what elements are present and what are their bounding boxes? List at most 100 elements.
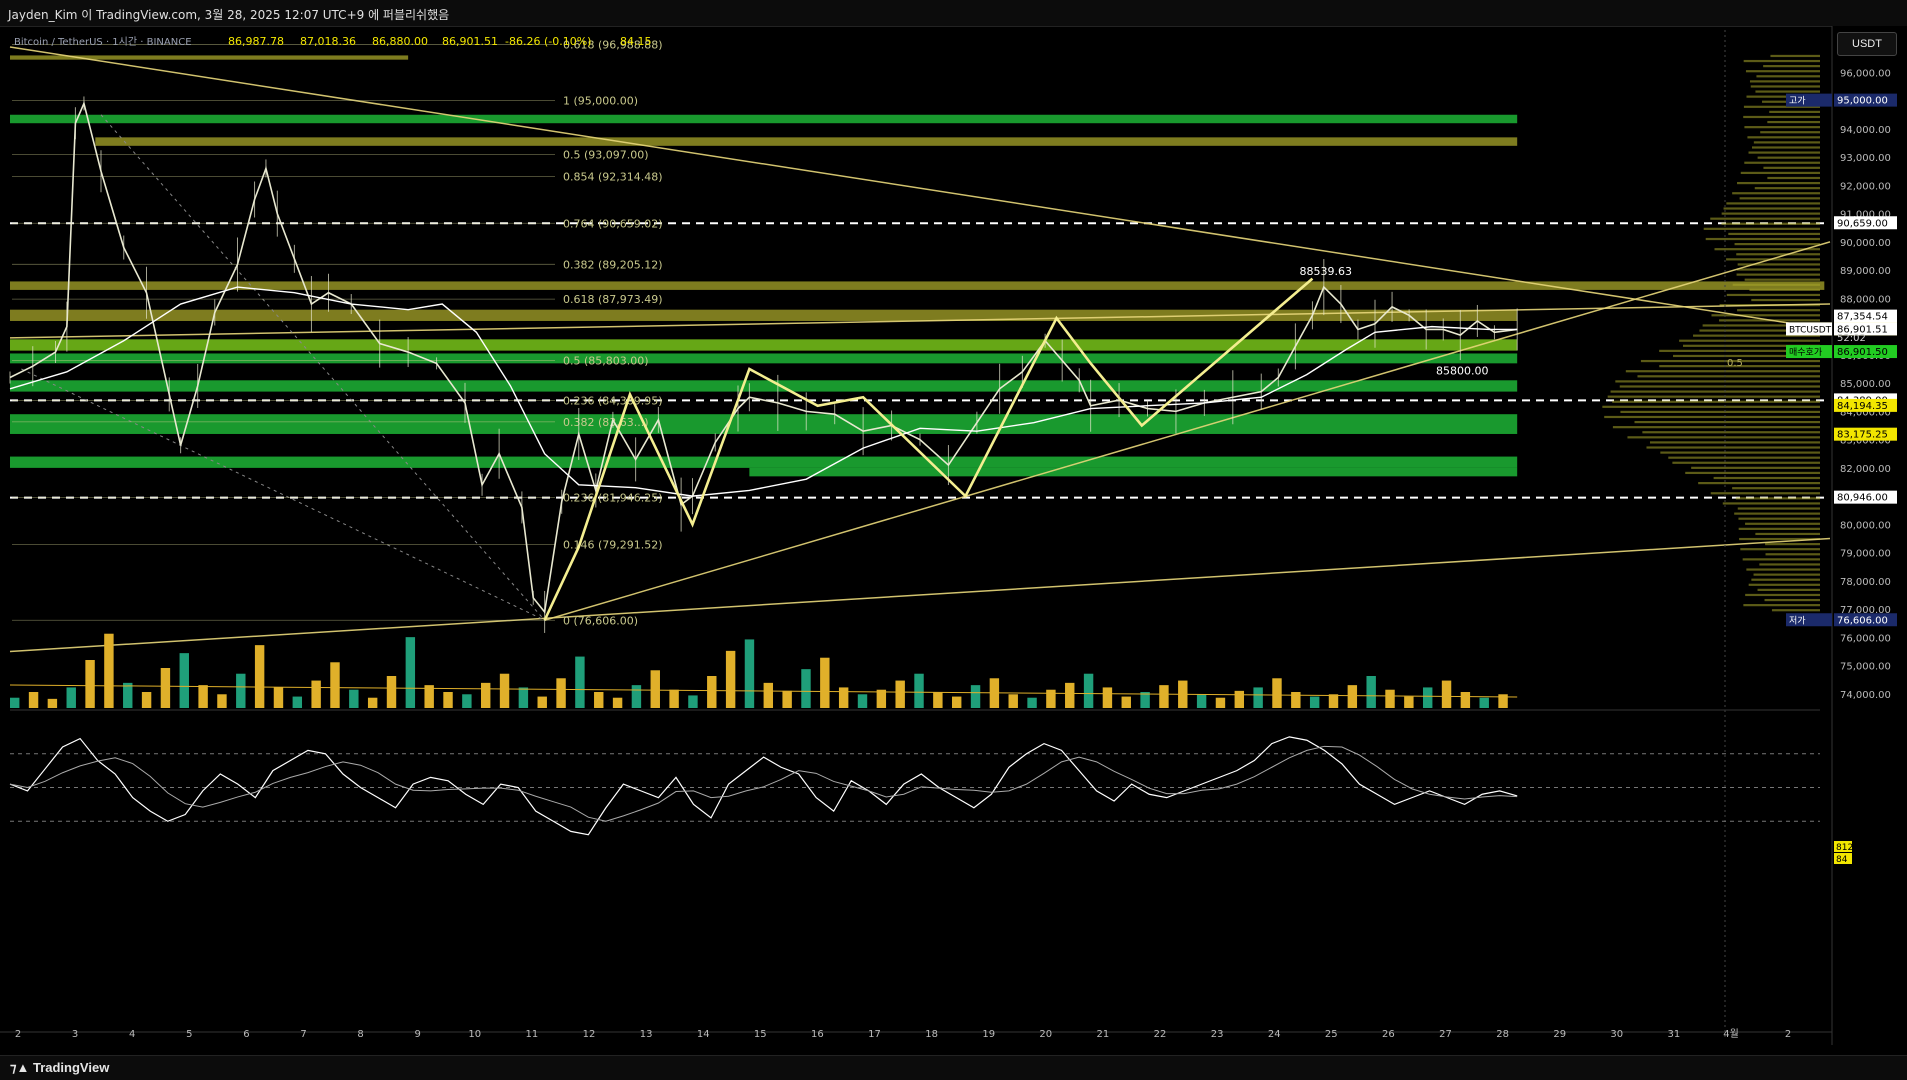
volume-bar-5 bbox=[104, 633, 114, 708]
profile-bar-84 bbox=[1737, 181, 1820, 185]
profile-bar-3 bbox=[1745, 593, 1820, 597]
volume-bar-37 bbox=[707, 676, 717, 708]
profile-bar-102 bbox=[1755, 90, 1820, 93]
fib-label-8: 0.236 (84,389.95) bbox=[563, 394, 663, 407]
price-annotation-0: 88539.63 bbox=[1300, 265, 1353, 278]
profile-bar-43 bbox=[1610, 390, 1820, 393]
profile-bar-38 bbox=[1604, 415, 1820, 419]
volume-bar-50 bbox=[951, 696, 962, 708]
legend-close: 86,901.51 bbox=[442, 35, 498, 48]
time-tick-0: 2 bbox=[15, 1029, 21, 1040]
right-price-5: 52:02 bbox=[1837, 333, 1866, 344]
volume-bar-16 bbox=[311, 680, 321, 708]
time-tick-24: 26 bbox=[1382, 1029, 1395, 1040]
time-tick-28: 30 bbox=[1610, 1029, 1623, 1040]
volume-bar-10 bbox=[198, 685, 208, 708]
brand-label: TradingView bbox=[32, 1060, 110, 1075]
fib-label-2: 0.5 (93,097.00) bbox=[563, 148, 649, 161]
right-price-11: 76,606.00 bbox=[1837, 615, 1888, 626]
profile-bar-88 bbox=[1744, 161, 1820, 164]
footer: ⁊▲ TradingView bbox=[0, 1055, 1907, 1080]
price-axis[interactable]: 97,000.0096,000.0095,000.0094,000.0093,0… bbox=[1786, 26, 1907, 1056]
volume-bar-57 bbox=[1083, 673, 1094, 708]
profile-bar-96 bbox=[1767, 120, 1820, 124]
volume-bar-12 bbox=[236, 673, 246, 708]
volume-label-1: 84 bbox=[1836, 855, 1848, 865]
volume-bar-72 bbox=[1366, 676, 1376, 708]
time-tick-1: 3 bbox=[72, 1029, 78, 1040]
rsi-pane: 80.0060.0040.0020.0049.8445.04 bbox=[9, 709, 1894, 845]
right-price-2: 87,354.54 bbox=[1837, 312, 1888, 323]
profile-bar-22 bbox=[1735, 497, 1820, 500]
profile-bar-82 bbox=[1732, 192, 1820, 195]
right-tag-11: 저가 bbox=[1789, 615, 1806, 626]
profile-bar-13 bbox=[1765, 543, 1820, 546]
time-tick-31: 2 bbox=[1785, 1029, 1791, 1040]
volume-bar-67 bbox=[1272, 678, 1282, 708]
right-price-6: 86,901.50 bbox=[1837, 347, 1888, 358]
chart-canvas[interactable]: 0.5 0.618 (96,988.88)1 (95,000.00)0.5 (9… bbox=[0, 26, 1907, 1056]
volume-bar-75 bbox=[1422, 687, 1433, 708]
profile-bar-89 bbox=[1757, 156, 1820, 159]
profile-bar-1 bbox=[1743, 604, 1820, 607]
profile-bar-63 bbox=[1749, 288, 1820, 291]
profile-bar-5 bbox=[1748, 583, 1820, 586]
fib-label-12: 0 (76,606.00) bbox=[563, 614, 638, 627]
trendline-2 bbox=[9, 537, 1831, 653]
volume-bar-77 bbox=[1460, 692, 1471, 708]
time-tick-19: 21 bbox=[1097, 1029, 1110, 1040]
profile-bar-53 bbox=[1679, 339, 1820, 342]
volume-bar-40 bbox=[763, 682, 774, 708]
profile-bar-90 bbox=[1748, 151, 1820, 154]
volume-bar-59 bbox=[1121, 696, 1131, 708]
profile-bar-66 bbox=[1736, 273, 1820, 276]
volume-bar-28 bbox=[537, 696, 547, 708]
price-tick-1: 96,000.00 bbox=[1840, 68, 1891, 79]
profile-bar-4 bbox=[1757, 588, 1820, 591]
profile-bar-91 bbox=[1751, 146, 1820, 149]
volume-bar-36 bbox=[688, 695, 698, 708]
volume-bar-65 bbox=[1234, 690, 1245, 708]
profile-bar-2 bbox=[1764, 598, 1820, 602]
volume-bar-0 bbox=[10, 697, 20, 708]
time-tick-23: 25 bbox=[1325, 1029, 1338, 1040]
profile-bar-36 bbox=[1612, 426, 1820, 429]
right-tag-6: 매수호가 bbox=[1789, 347, 1822, 358]
time-tick-12: 14 bbox=[697, 1029, 710, 1040]
profile-bar-76 bbox=[1721, 222, 1820, 225]
volume-bar-34 bbox=[650, 670, 660, 708]
time-tick-22: 24 bbox=[1268, 1029, 1281, 1040]
time-tick-26: 28 bbox=[1496, 1029, 1509, 1040]
volume-bar-74 bbox=[1404, 696, 1414, 708]
profile-bar-32 bbox=[1646, 446, 1820, 449]
price-tick-18: 79,000.00 bbox=[1840, 549, 1891, 560]
legend-symbol: Bitcoin / TetherUS · 1시간 · BINANCE bbox=[14, 36, 192, 48]
legend-low: 86,880.00 bbox=[372, 35, 428, 48]
price-tick-22: 75,000.00 bbox=[1840, 662, 1891, 673]
profile-bar-41 bbox=[1612, 400, 1820, 403]
volume-bar-61 bbox=[1159, 685, 1169, 708]
volume-pane bbox=[9, 633, 1518, 708]
volume-bar-33 bbox=[631, 685, 642, 708]
time-axis[interactable]: 2 3 4 5 6 7 8 9 10 11 12 13 14 15 16 17 18 19 20 21 22 23 24 25… bbox=[0, 1028, 1832, 1040]
volume-bar-24 bbox=[462, 694, 472, 708]
zone-band-9 bbox=[749, 467, 1518, 477]
price-tick-4: 93,000.00 bbox=[1840, 153, 1891, 164]
legend-open: 86,987.78 bbox=[228, 35, 284, 48]
profile-bar-39 bbox=[1620, 410, 1820, 414]
volume-bar-53 bbox=[1008, 694, 1018, 708]
volume-bar-68 bbox=[1291, 692, 1301, 708]
currency-button[interactable]: USDT bbox=[1837, 32, 1897, 56]
time-tick-13: 15 bbox=[754, 1029, 767, 1040]
profile-bar-11 bbox=[1765, 553, 1820, 556]
zone-band-1 bbox=[95, 137, 1518, 146]
profile-bar-107 bbox=[1763, 65, 1820, 68]
volume-bar-66 bbox=[1253, 687, 1263, 708]
publish-caption: Jayden_Kim 이 TradingView.com, 3월 28, 202… bbox=[8, 8, 450, 22]
profile-bar-85 bbox=[1767, 176, 1820, 180]
profile-bar-65 bbox=[1744, 278, 1820, 281]
volume-bar-56 bbox=[1065, 682, 1075, 708]
profile-bar-79 bbox=[1723, 207, 1820, 210]
profile-bar-81 bbox=[1739, 197, 1820, 200]
profile-bar-108 bbox=[1743, 59, 1820, 63]
